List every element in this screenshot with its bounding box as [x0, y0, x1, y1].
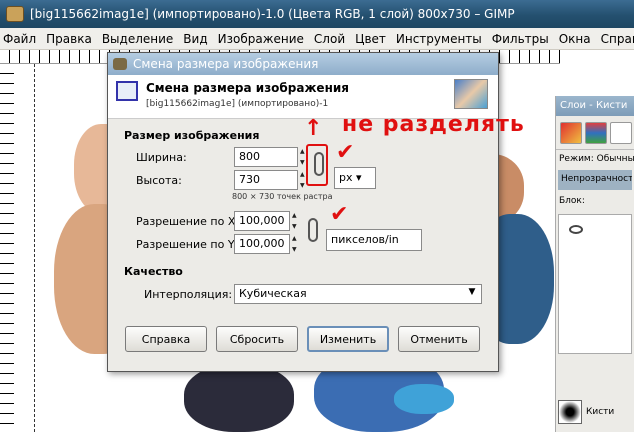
dialog-title: Смена размера изображения	[133, 57, 319, 71]
menu-windows[interactable]: Окна	[556, 32, 598, 46]
xres-spinner[interactable]: ▲ ▼	[292, 211, 302, 231]
scale-button[interactable]: Изменить	[307, 326, 389, 352]
menu-tools[interactable]: Инструменты	[393, 32, 489, 46]
mode-value[interactable]: Обычный	[597, 154, 634, 164]
layers-brushes-dock: Слои - Кисти Режим: Обычный Непрозрачнос…	[555, 96, 634, 432]
image-size-section: Размер изображения	[124, 129, 260, 142]
height-label: Высота:	[136, 174, 182, 187]
menu-image[interactable]: Изображение	[215, 32, 311, 46]
width-label: Ширина:	[136, 151, 187, 164]
size-unit-value: px	[339, 171, 353, 184]
menu-view[interactable]: Вид	[180, 32, 214, 46]
interpolation-select[interactable]: Кубическая ▼	[234, 284, 482, 304]
dialog-subheading: [big115662imag1e] (импортировано)-1	[146, 99, 329, 109]
dialog-heading: Смена размера изображения	[146, 81, 349, 95]
brushes-panel: Кисти	[558, 394, 633, 430]
xres-input[interactable]: 100,000	[234, 211, 290, 231]
menu-filters[interactable]: Фильтры	[489, 32, 556, 46]
photo-shoe	[394, 384, 454, 414]
menubar: Файл Правка Выделение Вид Изображение Сл…	[0, 28, 634, 50]
annotation-check-mark: ✔	[330, 202, 349, 227]
menu-colors[interactable]: Цвет	[352, 32, 393, 46]
menu-select[interactable]: Выделение	[99, 32, 180, 46]
dropdown-arrow-icon: ▼	[468, 287, 476, 297]
interpolation-value: Кубическая	[239, 287, 307, 300]
menu-file[interactable]: Файл	[0, 32, 43, 46]
window-title: [big115662imag1e] (импортировано)-1.0 (Ц…	[30, 7, 515, 21]
resolution-chain-icon[interactable]	[308, 218, 318, 242]
eye-icon[interactable]	[569, 225, 583, 234]
opacity-slider[interactable]: Непрозрачность	[558, 170, 632, 190]
menu-edit[interactable]: Правка	[43, 32, 99, 46]
yres-spinner[interactable]: ▲ ▼	[292, 234, 302, 254]
gimp-icon	[6, 6, 24, 22]
annotation-check-mark: ✔	[336, 140, 355, 165]
scale-image-icon	[116, 81, 138, 101]
pixels-note: 800 × 730 точек растра	[232, 192, 333, 201]
annotation-arrow-up: ↑	[304, 116, 323, 141]
size-unit-select[interactable]: px ▾	[334, 167, 376, 189]
height-input[interactable]: 730	[234, 170, 298, 190]
brush-preview-icon[interactable]	[558, 400, 582, 424]
layers-tab-icon[interactable]	[560, 121, 582, 144]
dock-tabs	[556, 116, 634, 150]
main-window-titlebar[interactable]: [big115662imag1e] (импортировано)-1.0 (Ц…	[0, 0, 634, 28]
photo-person-legs	[184, 364, 294, 432]
resolution-unit-select[interactable]: пикселов/in	[326, 229, 422, 251]
xres-label: Разрешение по X:	[136, 215, 240, 228]
channels-tab-icon[interactable]	[585, 121, 607, 144]
reset-button[interactable]: Сбросить	[216, 326, 298, 352]
dialog-titlebar[interactable]: Смена размера изображения	[108, 53, 498, 75]
lock-label: Блок:	[559, 196, 585, 206]
annotation-highlight-box	[306, 144, 328, 186]
layer-mode-row[interactable]: Режим: Обычный	[556, 150, 634, 168]
brushes-label: Кисти	[586, 407, 615, 417]
annotation-text: не разделять	[342, 112, 525, 137]
vertical-ruler[interactable]	[0, 64, 14, 432]
yres-input[interactable]: 100,000	[234, 234, 290, 254]
wilber-icon	[113, 58, 127, 70]
scale-image-dialog: Смена размера изображения Смена размера …	[107, 52, 499, 372]
width-input[interactable]: 800	[234, 147, 298, 167]
help-button[interactable]: Справка	[125, 326, 207, 352]
dock-title[interactable]: Слои - Кисти	[556, 96, 634, 116]
quality-section: Качество	[124, 265, 183, 278]
lock-row: Блок:	[556, 192, 634, 210]
paths-tab-icon[interactable]	[610, 121, 632, 144]
menu-help[interactable]: Справка	[598, 32, 634, 46]
menu-layer[interactable]: Слой	[311, 32, 352, 46]
mode-label: Режим:	[559, 154, 594, 164]
yres-label: Разрешение по Y:	[136, 238, 237, 251]
cancel-button[interactable]: Отменить	[398, 326, 480, 352]
canvas-boundary	[34, 64, 35, 432]
image-thumbnail	[454, 79, 488, 109]
interpolation-label: Интерполяция:	[144, 288, 233, 301]
layers-list[interactable]	[558, 214, 632, 354]
